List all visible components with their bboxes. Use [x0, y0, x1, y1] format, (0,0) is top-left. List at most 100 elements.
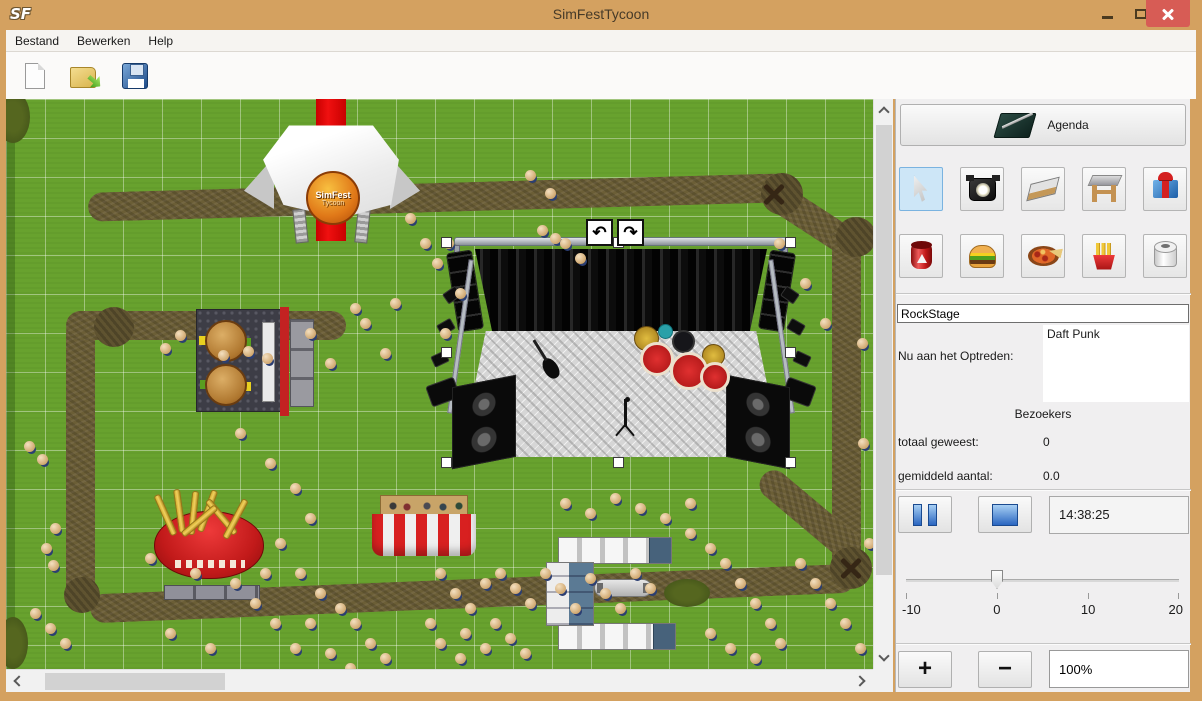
visitor-dot	[460, 628, 471, 639]
rotate-left-button[interactable]: ↶	[586, 219, 613, 246]
menu-bewerken[interactable]: Bewerken	[68, 30, 139, 52]
striped-stall[interactable]	[372, 495, 476, 557]
stage-frame-icon	[1089, 175, 1119, 203]
speed-slider-track[interactable]	[906, 579, 1179, 582]
selection-handle[interactable]	[441, 237, 452, 248]
path-tile-icon	[1026, 177, 1059, 202]
tool-gift[interactable]	[1143, 167, 1187, 211]
clock-display: 14:38:25	[1049, 496, 1189, 534]
tool-path[interactable]	[1021, 167, 1065, 211]
agenda-button[interactable]: Agenda	[900, 104, 1186, 146]
rotate-right-button[interactable]: ↷	[617, 219, 644, 246]
horizontal-scroll-thumb[interactable]	[45, 673, 225, 690]
scroll-right-icon[interactable]	[854, 675, 865, 686]
visitor-dot	[520, 648, 531, 659]
speed-slider[interactable]: -10 0 10 20	[906, 569, 1179, 629]
visitor-dot	[635, 503, 646, 514]
stage-front-speaker	[726, 375, 790, 469]
visitor-dot	[243, 346, 254, 357]
selection-handle[interactable]	[785, 457, 796, 468]
pause-button[interactable]	[898, 496, 952, 533]
tool-trash-bin[interactable]	[899, 234, 943, 278]
tool-toilet-paper[interactable]	[1143, 234, 1187, 278]
visitor-dot	[560, 498, 571, 509]
zoom-out-button[interactable]: −	[978, 651, 1032, 688]
visitor-dot	[432, 258, 443, 269]
visitor-dot	[425, 618, 436, 629]
toilet-paper-icon	[1154, 245, 1177, 267]
minimize-icon	[1102, 16, 1113, 19]
visitor-dot	[145, 553, 156, 564]
save-file-button[interactable]	[118, 58, 152, 94]
tool-pizza[interactable]	[1021, 234, 1065, 278]
open-folder-icon	[70, 63, 100, 89]
bush	[6, 99, 30, 143]
zoom-level-field[interactable]	[1049, 650, 1189, 688]
visitor-dot	[190, 568, 201, 579]
visitor-dot	[250, 598, 261, 609]
spotlight-icon	[969, 178, 996, 201]
slider-label: -10	[902, 602, 921, 617]
floor-tom	[700, 362, 730, 392]
visitor-dot	[795, 558, 806, 569]
visitor-dot	[575, 253, 586, 264]
visitor-dot	[774, 238, 785, 249]
selection-handle[interactable]	[441, 347, 452, 358]
separator	[896, 293, 1191, 295]
visitor-dot	[660, 513, 671, 524]
horizontal-scrollbar[interactable]	[6, 669, 873, 692]
tool-fries[interactable]	[1082, 234, 1126, 278]
map-viewport[interactable]: SimFest Tycoon	[6, 99, 873, 669]
stop-button[interactable]	[978, 496, 1032, 533]
speed-slider-thumb[interactable]	[991, 570, 1003, 589]
visitor-dot	[585, 508, 596, 519]
selection-handle[interactable]	[785, 347, 796, 358]
visitor-dot	[705, 543, 716, 554]
new-file-button[interactable]	[18, 58, 52, 94]
open-file-button[interactable]	[68, 58, 102, 94]
selection-handle[interactable]	[785, 237, 796, 248]
visitor-dot	[235, 428, 246, 439]
menu-help[interactable]: Help	[139, 30, 182, 52]
menu-bestand[interactable]: Bestand	[6, 30, 68, 52]
minimize-button[interactable]	[1090, 0, 1124, 27]
stage-light	[786, 318, 806, 336]
tool-stage[interactable]	[1082, 167, 1126, 211]
tool-select-cursor[interactable]	[899, 167, 943, 211]
visitor-dot	[440, 328, 451, 339]
now-performing-label: Nu aan het Optreden:	[898, 349, 1013, 363]
tool-hamburger[interactable]	[960, 234, 1004, 278]
total-visitors-value: 0	[1043, 435, 1050, 449]
agenda-book-icon	[994, 113, 1037, 138]
trash-bin-icon	[911, 244, 932, 269]
stage-name-input[interactable]	[897, 304, 1189, 323]
visitor-dot	[265, 458, 276, 469]
visitor-dot	[175, 330, 186, 341]
selection-handle[interactable]	[613, 457, 624, 468]
vertical-scroll-thumb[interactable]	[876, 125, 892, 575]
scroll-up-icon[interactable]	[878, 106, 889, 117]
selection-handle[interactable]	[441, 457, 452, 468]
close-button[interactable]	[1146, 0, 1190, 27]
visitor-dot	[490, 618, 501, 629]
bush	[6, 617, 28, 669]
burger-stand-edge	[280, 307, 289, 416]
visitor-dot	[855, 643, 866, 654]
fries-stand[interactable]	[152, 489, 266, 585]
tool-spotlight[interactable]	[960, 167, 1004, 211]
toilet-block[interactable]	[544, 535, 678, 653]
bench[interactable]	[164, 585, 260, 600]
visitor-dot	[750, 653, 761, 664]
visitor-dot	[705, 628, 716, 639]
visitor-dot	[537, 225, 548, 236]
side-panel: Agenda Nu aan het Optreden: Daft Punk Be…	[895, 99, 1190, 692]
slider-label: 20	[1169, 602, 1183, 617]
visitor-dot	[450, 588, 461, 599]
drummer-seat	[658, 324, 673, 339]
scroll-down-icon[interactable]	[878, 650, 889, 661]
visitor-dot	[295, 568, 306, 579]
zoom-in-button[interactable]: +	[898, 651, 952, 688]
scroll-left-icon[interactable]	[13, 675, 24, 686]
main-stage[interactable]	[446, 231, 796, 466]
vertical-scrollbar[interactable]	[873, 99, 893, 669]
